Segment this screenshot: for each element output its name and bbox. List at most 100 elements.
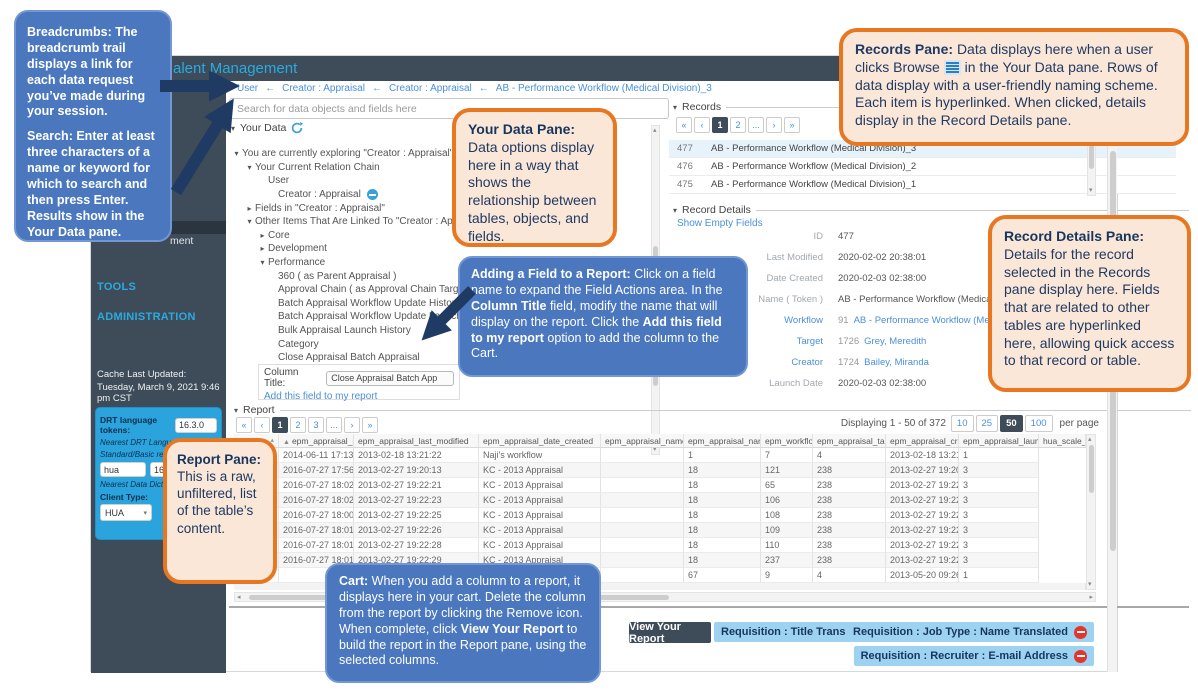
callout-text: Breadcrumbs: The breadcrumb trail displa… xyxy=(27,25,159,120)
scroll-right-icon[interactable]: ▸ xyxy=(1089,594,1093,601)
table-row[interactable]: 1062014-06-11 17:13:162013-02-18 13:21:2… xyxy=(234,448,1086,463)
collapse-icon[interactable]: ▾ xyxy=(673,103,677,112)
column-header[interactable]: epm_appraisal_name_text xyxy=(684,434,761,448)
page-button[interactable]: 2 xyxy=(290,417,306,433)
tree-toggle-icon[interactable]: ▸ xyxy=(257,244,268,253)
table-row[interactable]: 1102016-07-27 18:00:412013-02-27 19:22:2… xyxy=(234,508,1086,523)
client-type-select[interactable]: HUA ▾ xyxy=(100,504,152,521)
drt-tokens-label: DRT language tokens: xyxy=(100,415,171,435)
column-header[interactable]: epm_appraisal_date_created xyxy=(479,434,601,448)
tree-item-label: Core xyxy=(268,230,290,241)
scrollbar-thumb[interactable] xyxy=(1089,143,1094,169)
page-nav-button[interactable]: › xyxy=(766,117,782,133)
page-button[interactable]: 2 xyxy=(730,117,746,133)
related-record-link[interactable]: Grey, Meredith xyxy=(864,336,926,347)
column-header[interactable]: epm_appraisal_creator_id xyxy=(886,434,959,448)
text-segment: Enter at least three characters of a nam… xyxy=(27,129,155,238)
scrollbar-thumb[interactable] xyxy=(1089,445,1094,493)
column-header[interactable]: epm_appraisal_launch_date xyxy=(959,434,1039,448)
page-button[interactable]: 3 xyxy=(308,417,324,433)
table-cell: 2016-07-27 18:01:40 xyxy=(279,538,354,553)
page-nav-button[interactable]: › xyxy=(344,417,360,433)
cart-item[interactable]: Requisition : Recruiter : E-mail Address xyxy=(854,646,1094,666)
column-header[interactable]: ▲epm_appraisal_id xyxy=(279,434,354,448)
tree-toggle-icon[interactable]: ▸ xyxy=(244,204,255,213)
text-segment: Search: xyxy=(27,129,76,143)
record-row[interactable]: 476AB - Performance Workflow (Medical Di… xyxy=(669,158,1176,176)
tree-toggle-icon[interactable]: ▾ xyxy=(244,163,255,172)
breadcrumb-link[interactable]: Creator : Appraisal xyxy=(282,83,365,94)
add-field-link[interactable]: Add this field to my report xyxy=(264,391,454,402)
show-empty-fields-link[interactable]: Show Empty Fields xyxy=(677,218,763,229)
breadcrumb-link[interactable]: User xyxy=(237,83,258,94)
collapse-icon[interactable]: ▾ xyxy=(673,206,677,215)
column-header[interactable]: hua_scale_ xyxy=(1039,434,1086,448)
report-vertical-scrollbar[interactable]: ▴ ▾ xyxy=(1086,434,1096,590)
scroll-left-icon[interactable]: ◂ xyxy=(237,594,241,601)
column-header[interactable]: epm_appraisal_last_modified xyxy=(354,434,479,448)
cache-updated-value: Tuesday, March 9, 2021 9:46 pm CST xyxy=(97,382,226,404)
page-button[interactable]: 1 xyxy=(712,117,728,133)
page-size-button[interactable]: 25 xyxy=(976,415,999,432)
page-nav-button[interactable]: » xyxy=(784,117,800,133)
table-cell xyxy=(601,463,684,478)
page-button[interactable]: 1 xyxy=(272,417,288,433)
column-header[interactable]: epm_workflow_id xyxy=(761,434,813,448)
table-cell: 2016-07-27 18:02:24 xyxy=(279,478,354,493)
scroll-up-icon[interactable]: ▴ xyxy=(1088,436,1092,443)
cart-item[interactable]: Requisition : Job Type : Name Translated xyxy=(846,622,1094,642)
table-row[interactable]: 1122016-07-27 18:01:402013-02-27 19:22:2… xyxy=(234,538,1086,553)
table-row[interactable]: 1112016-07-27 18:01:222013-02-27 19:22:2… xyxy=(234,523,1086,538)
column-header[interactable]: epm_appraisal_target_id xyxy=(813,434,886,448)
record-row[interactable]: 475AB - Performance Workflow (Medical Di… xyxy=(669,176,1176,194)
page-nav-button[interactable]: ‹ xyxy=(694,117,710,133)
scroll-up-icon[interactable]: ▴ xyxy=(653,127,657,134)
tree-toggle-icon[interactable]: ▾ xyxy=(257,258,268,267)
remove-icon[interactable] xyxy=(1074,650,1087,663)
table-row[interactable]: 1092016-07-27 18:02:022013-02-27 19:22:2… xyxy=(234,493,1086,508)
view-your-report-button[interactable]: View Your Report xyxy=(629,622,711,643)
tree-toggle-icon[interactable]: ▾ xyxy=(231,149,242,158)
sidebar-menu-item-partial[interactable]: ment xyxy=(170,235,193,247)
hua-input[interactable] xyxy=(100,462,146,477)
text-segment: Cart: xyxy=(339,574,372,588)
scroll-down-icon[interactable]: ▾ xyxy=(1089,187,1093,194)
page-nav-button[interactable]: « xyxy=(676,117,692,133)
sidebar-item-administration[interactable]: ADMINISTRATION xyxy=(97,311,196,323)
page-button[interactable]: ... xyxy=(326,417,342,433)
table-row[interactable]: 1082016-07-27 18:02:242013-02-27 19:22:2… xyxy=(234,478,1086,493)
scroll-down-icon[interactable]: ▾ xyxy=(1088,581,1092,588)
page-nav-button[interactable]: » xyxy=(362,417,378,433)
records-scrollbar[interactable]: ▾ xyxy=(1087,140,1096,196)
table-row[interactable]: 1072016-07-27 17:56:172013-02-27 19:20:1… xyxy=(234,463,1086,478)
page-size-button[interactable]: 50 xyxy=(1000,415,1023,432)
page-size-button[interactable]: 10 xyxy=(951,415,974,432)
your-data-pane-header[interactable]: ▾ Your Data xyxy=(231,122,411,134)
tree-toggle-icon[interactable]: ▾ xyxy=(244,217,255,226)
page-size-button[interactable]: 100 xyxy=(1025,415,1053,432)
breadcrumb-link[interactable]: Creator : Appraisal xyxy=(389,83,472,94)
text-segment: Column Title xyxy=(471,299,546,313)
drt-tokens-input[interactable] xyxy=(175,418,217,433)
tree-toggle-icon[interactable]: ▸ xyxy=(257,231,268,240)
page-nav-button[interactable]: ‹ xyxy=(254,417,270,433)
remove-icon[interactable] xyxy=(1074,626,1087,639)
record-link[interactable]: AB - Performance Workflow (Medical Divis… xyxy=(711,179,916,190)
record-link[interactable]: AB - Performance Workflow (Medical Divis… xyxy=(711,161,916,172)
sidebar-item-tools[interactable]: TOOLS xyxy=(97,281,136,293)
page-button[interactable]: ... xyxy=(748,117,764,133)
table-cell: 2014-06-11 17:13:16 xyxy=(279,448,354,463)
chevron-down-icon: ▾ xyxy=(143,509,147,517)
collapse-icon[interactable]: ▾ xyxy=(234,406,238,415)
cache-updated-label: Cache Last Updated: xyxy=(97,369,186,380)
collapse-icon[interactable]: ▾ xyxy=(231,124,235,133)
callout-text: This is a raw, unfiltered, list of the t… xyxy=(177,468,263,537)
page-nav-button[interactable]: « xyxy=(236,417,252,433)
column-title-input[interactable] xyxy=(326,371,454,386)
column-header[interactable]: epm_appraisal_name xyxy=(601,434,684,448)
breadcrumb-link[interactable]: AB - Performance Workflow (Medical Divis… xyxy=(496,83,712,94)
remove-relation-icon[interactable] xyxy=(367,189,378,200)
refresh-icon[interactable] xyxy=(291,122,303,134)
callout-title: Your Data Pane: xyxy=(468,121,601,139)
related-record-link[interactable]: Bailey, Miranda xyxy=(864,357,929,368)
